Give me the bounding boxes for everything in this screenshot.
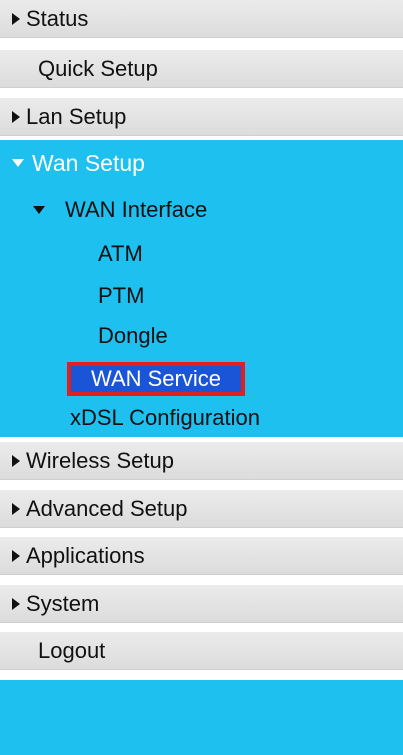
submenu-item-wan-service-label: WAN Service [91, 366, 221, 391]
menu-item-wireless-setup[interactable]: Wireless Setup [0, 442, 403, 480]
menu-item-applications[interactable]: Applications [0, 537, 403, 575]
menu-item-lan-setup[interactable]: Lan Setup [0, 98, 403, 136]
menu-item-wan-setup[interactable]: Wan Setup [0, 140, 403, 186]
expand-arrow-icon [12, 597, 20, 610]
menu-item-applications-label: Applications [26, 542, 145, 568]
expand-arrow-icon [12, 454, 20, 467]
expand-arrow-icon [12, 110, 20, 123]
menu-item-status-label: Status [26, 5, 89, 31]
sidebar-nav: Status Quick Setup Lan Setup Wan Setup W… [0, 0, 403, 755]
expand-arrow-icon [12, 12, 20, 25]
submenu-item-dongle-label: Dongle [98, 323, 168, 348]
submenu-item-wan-service[interactable]: WAN Service [67, 362, 245, 396]
menu-item-system-label: System [26, 590, 100, 616]
menu-item-advanced-setup-label: Advanced Setup [26, 495, 188, 521]
menu-item-logout-label: Logout [38, 637, 106, 663]
submenu-item-xdsl-configuration-label: xDSL Configuration [70, 405, 260, 430]
menu-item-advanced-setup[interactable]: Advanced Setup [0, 490, 403, 528]
menu-item-lan-setup-label: Lan Setup [26, 103, 127, 129]
expand-arrow-icon [12, 549, 20, 562]
menu-item-quick-setup-label: Quick Setup [38, 55, 158, 81]
submenu-item-ptm[interactable]: PTM [98, 278, 144, 314]
menu-item-status[interactable]: Status [0, 0, 403, 38]
submenu-item-atm-label: ATM [98, 241, 143, 266]
sidebar-bottom-fill [0, 680, 403, 755]
submenu-item-dongle[interactable]: Dongle [98, 318, 168, 354]
submenu-item-wan-interface-label: WAN Interface [65, 197, 208, 222]
menu-item-wan-setup-label: Wan Setup [32, 149, 145, 176]
menu-item-wireless-setup-label: Wireless Setup [26, 447, 174, 473]
submenu-item-wan-interface[interactable]: WAN Interface [0, 192, 207, 228]
menu-item-logout[interactable]: Logout [0, 632, 403, 670]
expand-arrow-icon [12, 502, 20, 515]
collapse-arrow-icon [33, 206, 45, 214]
menu-item-system[interactable]: System [0, 585, 403, 623]
submenu-item-ptm-label: PTM [98, 283, 145, 308]
collapse-arrow-icon [12, 159, 24, 167]
menu-item-quick-setup[interactable]: Quick Setup [0, 50, 403, 88]
submenu-item-atm[interactable]: ATM [98, 236, 143, 272]
submenu-item-xdsl-configuration[interactable]: xDSL Configuration [70, 400, 260, 436]
